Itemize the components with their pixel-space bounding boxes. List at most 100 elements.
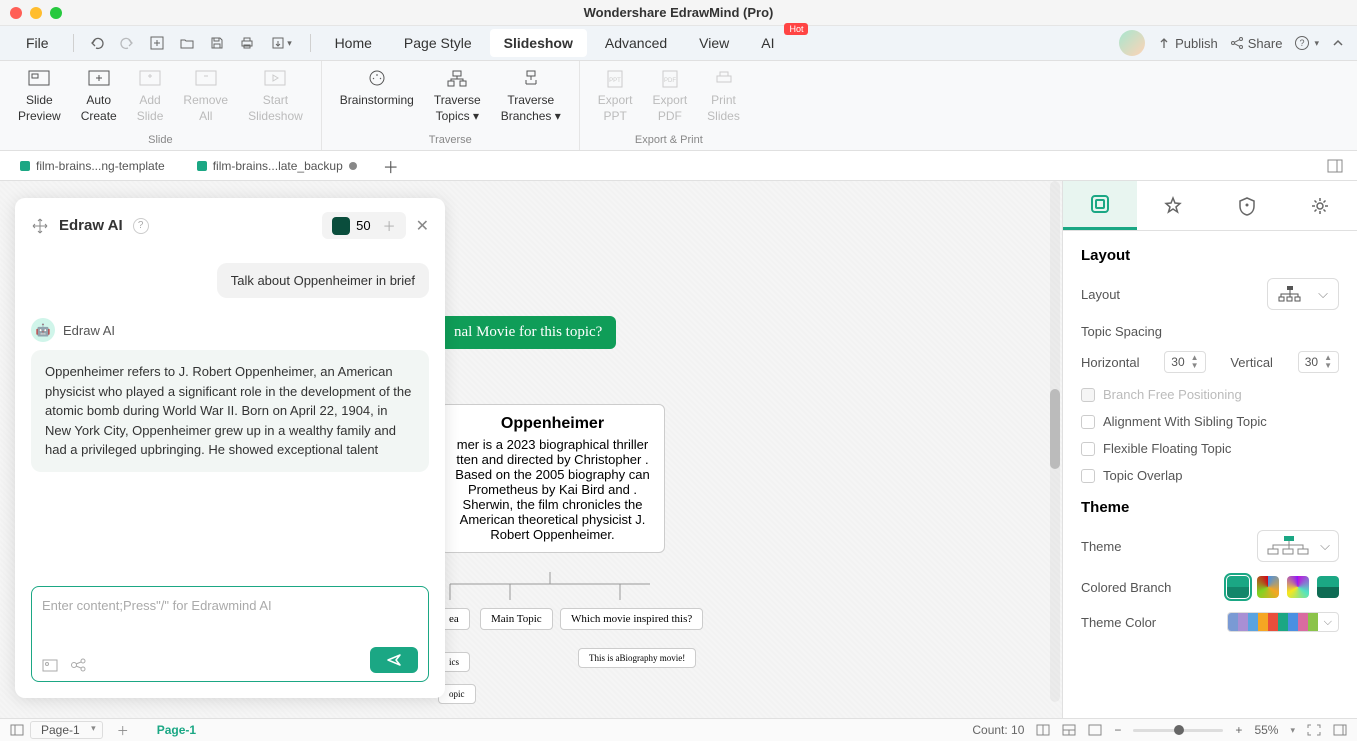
node-subtopic-3[interactable]: Which movie inspired this? [560,608,703,630]
checkbox-flexible-floating[interactable] [1081,442,1095,456]
add-page-button[interactable]: ＋ [109,722,137,739]
view-mode-2-icon[interactable] [1062,724,1076,736]
traverse-branches-button[interactable]: Traverse Branches ▾ [491,65,571,126]
fit-screen-icon[interactable] [1307,724,1321,736]
side-tab-settings[interactable] [1284,181,1357,230]
new-icon[interactable] [144,30,170,56]
zoom-out-button[interactable]: − [1114,723,1121,737]
view-mode-1-icon[interactable] [1036,724,1050,736]
swatch-3[interactable] [1287,576,1309,598]
help-button[interactable]: ?▾ [1294,35,1319,51]
zoom-thumb[interactable] [1174,725,1184,735]
chevron-down-icon: ⌵ [1324,616,1332,629]
redo-icon[interactable] [114,30,140,56]
add-tab-button[interactable]: ＋ [373,154,409,178]
ribbon-group-export-label: Export & Print [635,134,703,148]
save-icon[interactable] [204,30,230,56]
page-selector[interactable]: Page-1▾ [30,721,103,739]
side-tab-security[interactable] [1210,181,1284,230]
bot-name: Edraw AI [63,323,115,338]
publish-button[interactable]: Publish [1157,36,1218,51]
theme-color-selector[interactable]: ⌵ [1227,612,1339,632]
separator [73,34,74,52]
chk-branch-free-label: Branch Free Positioning [1103,387,1242,402]
bot-avatar-icon: 🤖 [31,318,55,342]
ai-credits[interactable]: 50＋ [322,212,405,239]
send-button[interactable] [370,647,418,673]
panel-toggle-icon[interactable] [1327,159,1353,173]
chevron-down-icon: ⌵ [1318,286,1328,302]
tab-doc-2[interactable]: film-brains...late_backup [181,151,373,180]
bot-message: Oppenheimer refers to J. Robert Oppenhei… [31,350,429,472]
start-slideshow-icon [263,67,287,91]
horizontal-spinner[interactable]: 30▲▼ [1164,351,1205,373]
export-dropdown-icon[interactable]: ▾ [264,30,300,56]
spinner-arrows-icon[interactable]: ▲▼ [1324,354,1332,370]
swatch-4[interactable] [1317,576,1339,598]
start-slideshow-button: Start Slideshow [238,65,313,126]
vertical-spinner[interactable]: 30 ▲▼ [1298,351,1339,373]
chevron-down-icon: ⌵ [1320,538,1330,554]
ai-chat-body: Talk about Oppenheimer in brief 🤖 Edraw … [15,253,445,574]
theme-selector[interactable]: ⌵ [1257,530,1339,562]
node-central-topic[interactable]: Oppenheimer mer is a 2023 biographical t… [440,404,665,553]
menu-view[interactable]: View [685,29,743,57]
view-mode-3-icon[interactable] [1088,724,1102,736]
swatch-2[interactable] [1257,576,1279,598]
menubar: File ▾ Home Page Style Slideshow Advance… [0,26,1357,61]
checkbox-topic-overlap[interactable] [1081,469,1095,483]
fullscreen-icon[interactable] [1333,724,1347,736]
close-icon[interactable]: ✕ [416,216,429,236]
side-tab-layout[interactable] [1063,181,1137,230]
ribbon: Slide Preview Auto Create Add Slide Remo… [0,61,1357,151]
menu-slideshow[interactable]: Slideshow [490,29,587,57]
close-window[interactable] [10,7,22,19]
attach-icon[interactable] [42,657,60,673]
menu-ai[interactable]: AIHot [747,29,788,57]
help-icon[interactable]: ? [133,218,149,234]
branch-swatches [1227,576,1339,598]
slide-preview-label: Slide Preview [18,93,61,124]
node-subtopic-2[interactable]: Main Topic [480,608,553,630]
menu-page-style[interactable]: Page Style [390,29,486,57]
brainstorming-button[interactable]: Brainstorming [330,65,424,126]
theme-preview-icon [1266,535,1310,557]
menu-home[interactable]: Home [321,29,386,57]
ai-text-input[interactable] [42,598,418,613]
maximize-window[interactable] [50,7,62,19]
open-icon[interactable] [174,30,200,56]
svg-text:PPT: PPT [609,78,621,84]
outline-icon[interactable] [10,724,24,736]
share-button[interactable]: Share [1230,36,1283,51]
ai-move-icon[interactable] [31,217,49,235]
print-slides-icon [712,67,736,91]
layout-selector[interactable]: ⌵ [1267,278,1339,310]
minimize-window[interactable] [30,7,42,19]
vertical-value: 30 [1305,355,1318,369]
swatch-1[interactable] [1227,576,1249,598]
side-tab-style[interactable] [1137,181,1211,230]
checkbox-alignment[interactable] [1081,415,1095,429]
spinner-arrows-icon[interactable]: ▲▼ [1191,354,1199,370]
slide-preview-button[interactable]: Slide Preview [8,65,71,126]
scrollbar-vertical[interactable] [1050,181,1060,702]
tab-doc-1[interactable]: film-brains...ng-template [4,151,181,180]
mindmap-icon[interactable] [70,657,88,673]
avatar[interactable] [1119,30,1145,56]
zoom-in-button[interactable]: + [1235,723,1242,737]
menu-advanced[interactable]: Advanced [591,29,681,57]
zoom-slider[interactable] [1133,729,1223,732]
auto-create-button[interactable]: Auto Create [71,65,127,126]
page-tab-active[interactable]: Page-1 [157,723,196,737]
print-icon[interactable] [234,30,260,56]
node-subtopic-5[interactable]: This is aBiography movie! [578,648,696,668]
collapse-ribbon-icon[interactable] [1331,36,1345,50]
traverse-topics-button[interactable]: Traverse Topics ▾ [424,65,491,126]
undo-icon[interactable] [84,30,110,56]
ai-input-box[interactable] [31,586,429,682]
chk-alignment-label: Alignment With Sibling Topic [1103,414,1267,429]
node-topic-green[interactable]: nal Movie for this topic? [440,316,616,349]
svg-text:?: ? [1300,38,1305,48]
add-credit-icon[interactable]: ＋ [383,216,396,235]
menu-file[interactable]: File [12,29,63,57]
